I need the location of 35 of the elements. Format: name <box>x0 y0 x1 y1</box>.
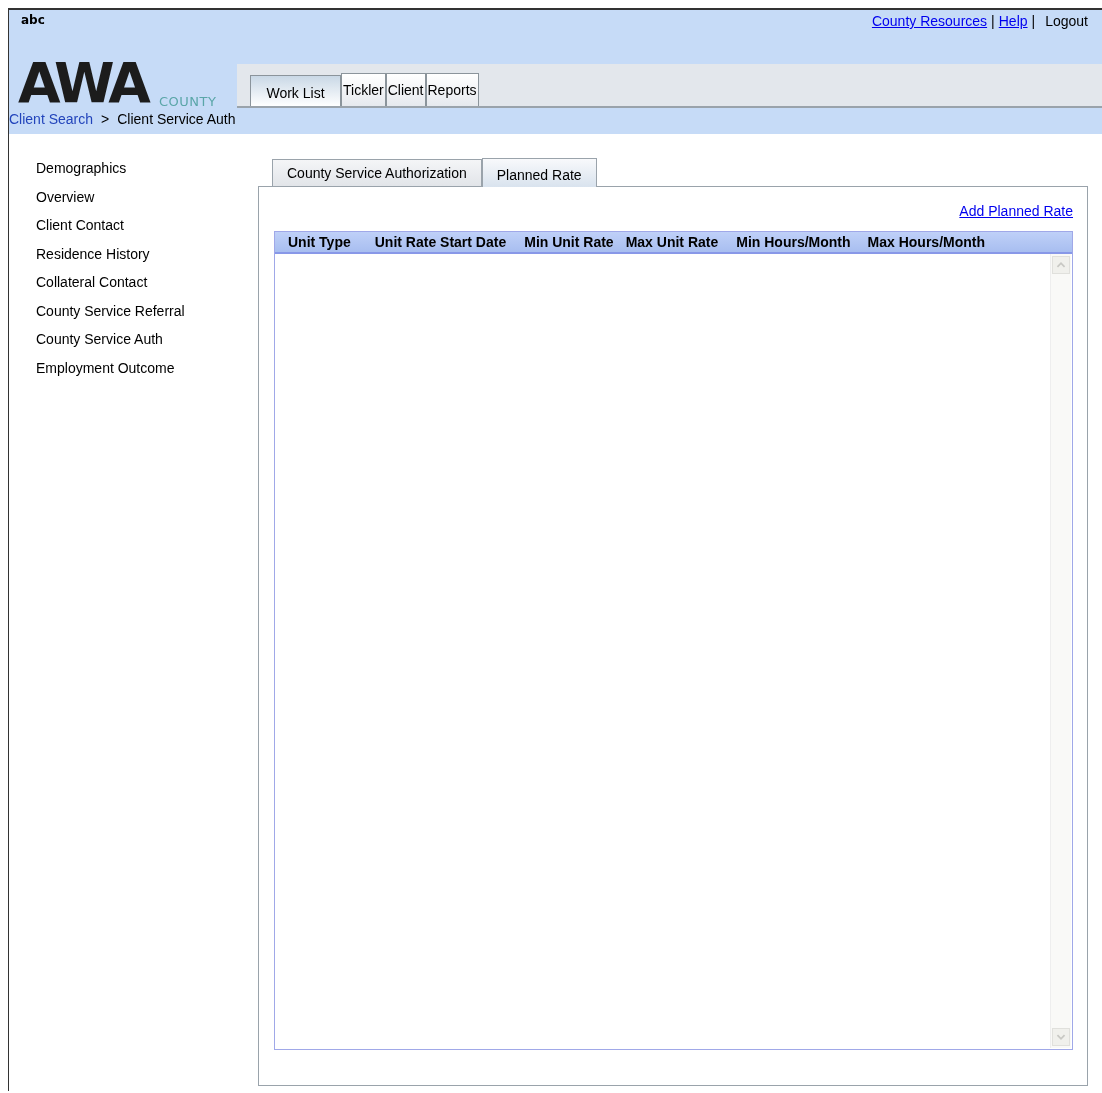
nav-tab[interactable]: Tickler <box>341 73 386 106</box>
nav-tab[interactable]: Client <box>385 73 426 106</box>
column-header: Min Hours/Month <box>736 234 851 250</box>
sidebar-item[interactable]: Client Contact <box>36 217 258 246</box>
sidebar-item[interactable]: Demographics <box>36 160 258 189</box>
nav-tab[interactable]: Reports <box>425 73 479 106</box>
logout-link[interactable]: Logout <box>1045 13 1088 29</box>
column-header: Unit Rate Start Date <box>374 234 507 250</box>
sidebar-item[interactable]: Employment Outcome <box>36 359 258 388</box>
scrollbar[interactable] <box>1050 254 1071 1048</box>
sub-tab[interactable]: County Service Authorization <box>272 159 482 186</box>
column-header: Max Unit Rate <box>625 234 719 250</box>
breadcrumb-link[interactable]: Client Search <box>9 111 94 127</box>
logo-subtitle: COUNTY <box>159 94 217 109</box>
link-separator: | <box>991 13 995 29</box>
scroll-down-icon[interactable] <box>1052 1028 1070 1046</box>
column-header: Unit Type <box>288 234 351 250</box>
link-separator: | <box>1031 13 1036 29</box>
sub-tab[interactable]: Planned Rate <box>481 158 597 187</box>
nav-tab[interactable]: Work List <box>250 75 341 106</box>
breadcrumb-current: Client Service Auth <box>117 111 236 127</box>
sidebar-item[interactable]: County Service Auth <box>36 331 258 360</box>
column-header: Min Unit Rate <box>524 234 614 250</box>
header-link[interactable]: Help <box>998 13 1028 29</box>
sidebar-item[interactable]: Collateral Contact <box>36 274 258 303</box>
breadcrumb-separator: > <box>101 111 110 127</box>
logo-mark: AWA <box>18 56 148 111</box>
sidebar-item[interactable]: Overview <box>36 188 258 217</box>
header-link[interactable]: County Resources <box>871 13 988 29</box>
add-rate-link[interactable]: Add Planned Rate <box>959 203 1073 219</box>
user-name: abc <box>21 13 45 29</box>
scroll-up-icon[interactable] <box>1052 256 1070 274</box>
column-header: Max Hours/Month <box>867 234 985 250</box>
sidebar-item[interactable]: Residence History <box>36 245 258 274</box>
sidebar-item[interactable]: County Service Referral <box>36 302 258 331</box>
